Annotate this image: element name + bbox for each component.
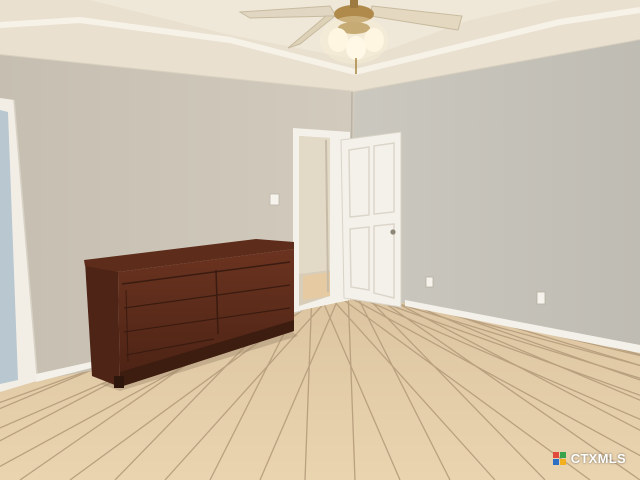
room-photo: CTXMLS: [0, 0, 640, 480]
mls-watermark: CTXMLS: [552, 451, 626, 466]
power-outlet-icon: [536, 291, 546, 305]
room-illustration: [0, 0, 640, 480]
watermark-text: CTXMLS: [570, 451, 626, 466]
door-knob-icon: [390, 229, 396, 235]
power-outlet-icon: [425, 276, 434, 288]
ctxmls-logo-icon: [552, 451, 567, 466]
light-switch-icon: [269, 193, 280, 206]
interior-door: [340, 131, 402, 308]
